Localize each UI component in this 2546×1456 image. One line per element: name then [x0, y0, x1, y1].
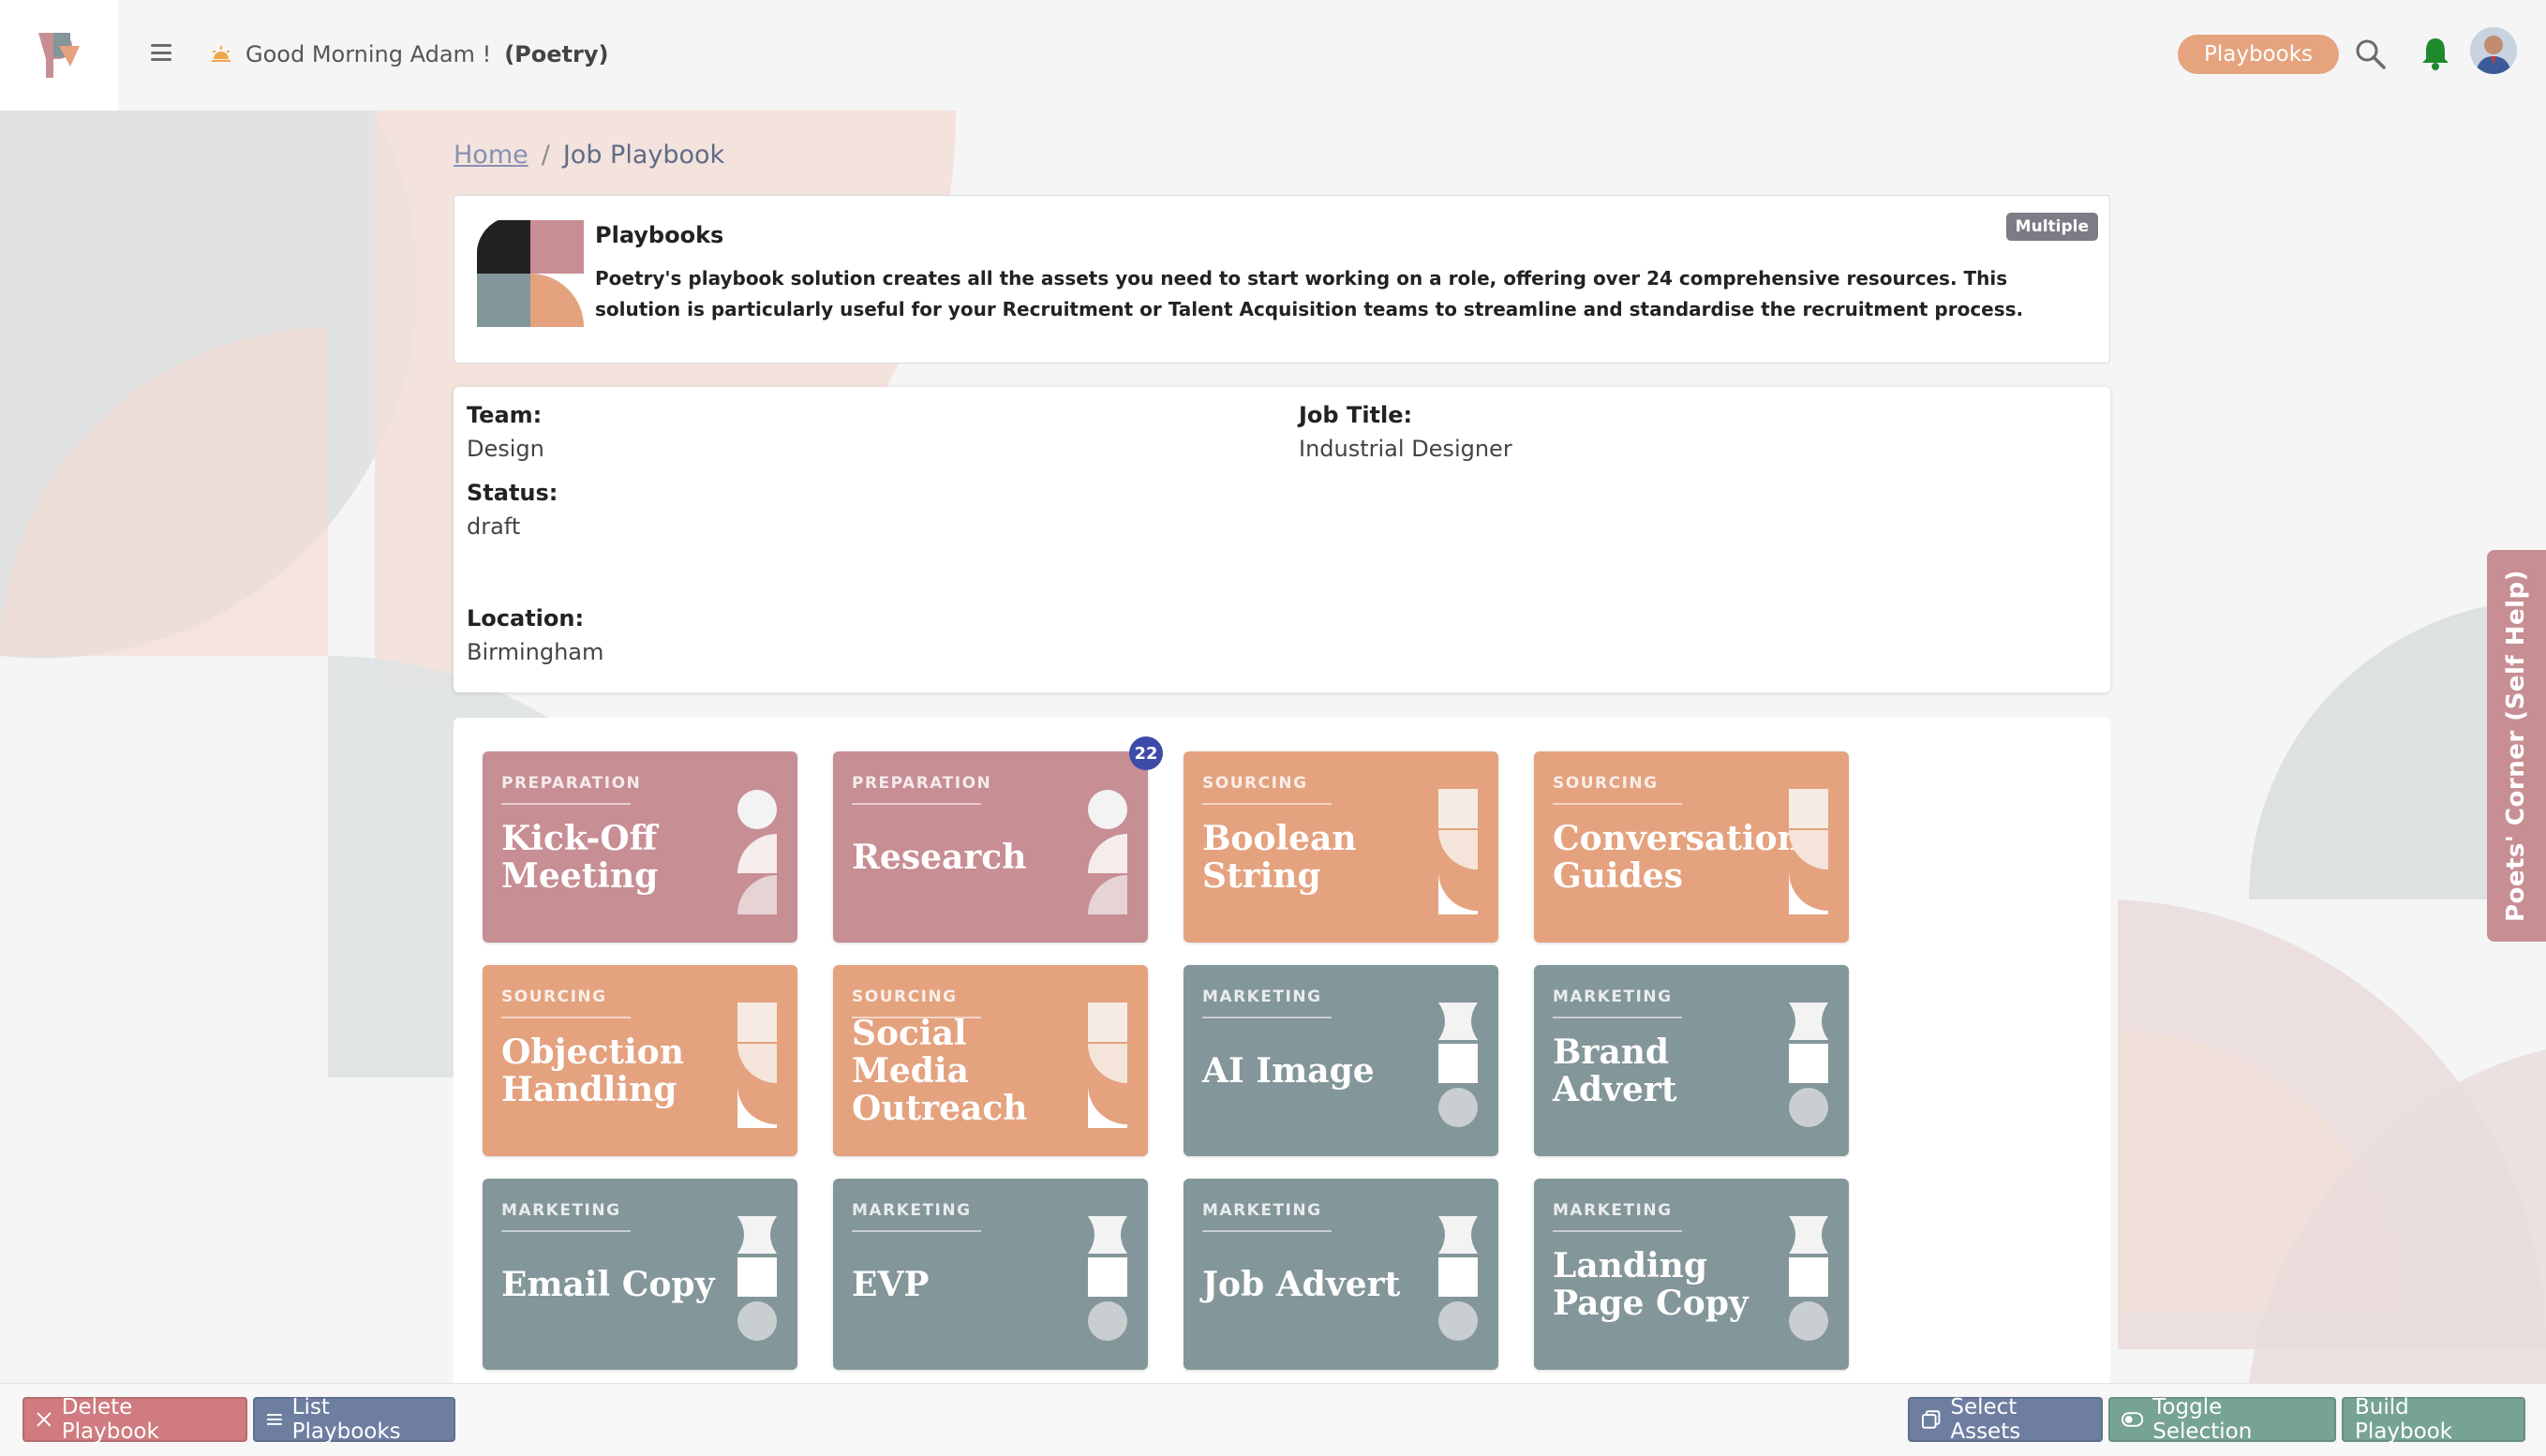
asset-tile[interactable]: MARKETING AI Image	[1184, 965, 1498, 1156]
info-title: Playbooks	[595, 222, 724, 248]
location-value: Birmingham	[467, 639, 604, 665]
close-icon	[37, 1412, 52, 1427]
asset-title: Conversation Guides	[1553, 819, 1802, 896]
circle-leaf-icon	[737, 790, 777, 914]
toggle-selection-button[interactable]: Toggle Selection	[2108, 1395, 2336, 1444]
star-square-circle-icon	[1789, 1003, 1828, 1127]
star-square-circle-icon	[1789, 1216, 1828, 1341]
breadcrumb-separator: /	[541, 141, 550, 170]
playbooks-button[interactable]: Playbooks	[2178, 35, 2339, 74]
asset-tile[interactable]: SOURCING Conversation Guides	[1534, 751, 1849, 943]
status-field: Status: draft	[467, 480, 558, 540]
asset-tile[interactable]: PREPARATION Research 22	[833, 736, 1163, 943]
poets-corner-label: Poets' Corner (Self Help)	[2502, 569, 2531, 923]
sun-icon	[212, 46, 231, 62]
playbooks-info-card: Playbooks Multiple Poetry's playbook sol…	[454, 195, 2110, 364]
asset-title: Social Media Outreach	[852, 1014, 1028, 1128]
app-logo[interactable]	[0, 0, 118, 111]
star-square-circle-icon	[1088, 1216, 1127, 1341]
asset-title: Brand Advert	[1553, 1033, 1677, 1109]
count-badge: 22	[1129, 736, 1163, 770]
poets-corner-tab[interactable]: Poets' Corner (Self Help)	[2487, 550, 2546, 942]
team-field: Team: Design	[467, 402, 544, 462]
location-label: Location:	[467, 605, 585, 631]
circle-leaf-icon	[1088, 790, 1127, 914]
job-details-card: Team: Design Job Title: Industrial Desig…	[454, 387, 2110, 692]
delete-playbook-button[interactable]: Delete Playbook	[22, 1395, 247, 1444]
asset-tile[interactable]: SOURCING Objection Handling	[483, 965, 797, 1156]
build-playbook-label: Build Playbook	[2355, 1395, 2453, 1444]
asset-title: Email Copy	[501, 1265, 715, 1304]
menu-toggle-icon[interactable]	[148, 39, 174, 66]
asset-tile[interactable]: PREPARATION Kick-Off Meeting	[483, 751, 797, 943]
asset-title: Boolean String	[1202, 819, 1357, 896]
job-title-field: Job Title: Industrial Designer	[1299, 402, 1512, 462]
build-playbook-button[interactable]: Build Playbook	[2342, 1395, 2525, 1444]
breadcrumb: Home / Job Playbook	[454, 141, 724, 170]
asset-tile[interactable]: MARKETING Brand Advert	[1534, 965, 1849, 1156]
job-title-value: Industrial Designer	[1299, 436, 1512, 462]
playbooks-logo-icon	[477, 220, 584, 327]
list-icon	[266, 1414, 282, 1425]
select-assets-label: Select Assets	[1950, 1395, 2021, 1444]
square-leaf-icon	[1789, 789, 1828, 914]
asset-title: Landing Page Copy	[1553, 1246, 1749, 1323]
team-value: Design	[467, 436, 544, 462]
breadcrumb-home-link[interactable]: Home	[454, 141, 529, 170]
greeting: Good Morning Adam ! (Poetry)	[210, 37, 608, 71]
bell-icon[interactable]	[2419, 36, 2451, 71]
status-label: Status:	[467, 480, 558, 506]
asset-title: Objection Handling	[501, 1033, 684, 1109]
square-leaf-icon	[1438, 789, 1478, 914]
asset-title: Kick-Off Meeting	[501, 819, 659, 896]
delete-playbook-label: Delete Playbook	[61, 1395, 159, 1444]
star-square-circle-icon	[1438, 1216, 1478, 1341]
location-field: Location: Birmingham	[467, 605, 603, 665]
org-name: (Poetry)	[504, 41, 609, 67]
breadcrumb-current: Job Playbook	[562, 141, 725, 170]
asset-tile[interactable]: MARKETING EVP	[833, 1179, 1148, 1370]
top-bar: Good Morning Adam ! (Poetry) Playbooks	[0, 0, 2546, 111]
square-leaf-icon	[1088, 1003, 1127, 1128]
user-avatar[interactable]	[2470, 27, 2517, 74]
asset-title: Research	[852, 838, 1027, 877]
team-label: Team:	[467, 402, 543, 428]
square-leaf-icon	[737, 1003, 777, 1128]
bottom-action-bar: Delete Playbook List Playbooks Select As…	[0, 1383, 2546, 1456]
search-icon[interactable]	[2354, 37, 2388, 71]
greeting-text: Good Morning Adam !	[246, 41, 492, 67]
star-square-circle-icon	[737, 1216, 777, 1341]
asset-tile[interactable]: MARKETING Email Copy	[483, 1179, 797, 1370]
toggle-icon	[2122, 1412, 2144, 1427]
asset-title: AI Image	[1202, 1051, 1375, 1091]
copy-icon	[1921, 1410, 1941, 1429]
multiple-badge: Multiple	[2005, 213, 2098, 241]
status-value: draft	[467, 513, 521, 540]
list-playbooks-button[interactable]: List Playbooks	[253, 1395, 455, 1444]
star-square-circle-icon	[1438, 1003, 1478, 1127]
asset-tile[interactable]: SOURCING Boolean String	[1184, 751, 1498, 943]
toggle-selection-label: Toggle Selection	[2152, 1395, 2253, 1444]
list-playbooks-label: List Playbooks	[291, 1395, 401, 1444]
select-assets-button[interactable]: Select Assets	[1908, 1395, 2103, 1444]
job-title-label: Job Title:	[1299, 402, 1413, 428]
assets-panel: PREPARATION Kick-Off Meeting PREPARATION Re…	[454, 718, 2110, 1392]
asset-title: Job Advert	[1202, 1265, 1401, 1304]
asset-tile[interactable]: MARKETING Job Advert	[1184, 1179, 1498, 1370]
asset-tile[interactable]: SOURCING Social Media Outreach	[833, 965, 1148, 1156]
asset-title: EVP	[852, 1265, 930, 1304]
asset-tile[interactable]: MARKETING Landing Page Copy	[1534, 1179, 1849, 1370]
info-description: Poetry's playbook solution creates all t…	[595, 267, 2024, 320]
